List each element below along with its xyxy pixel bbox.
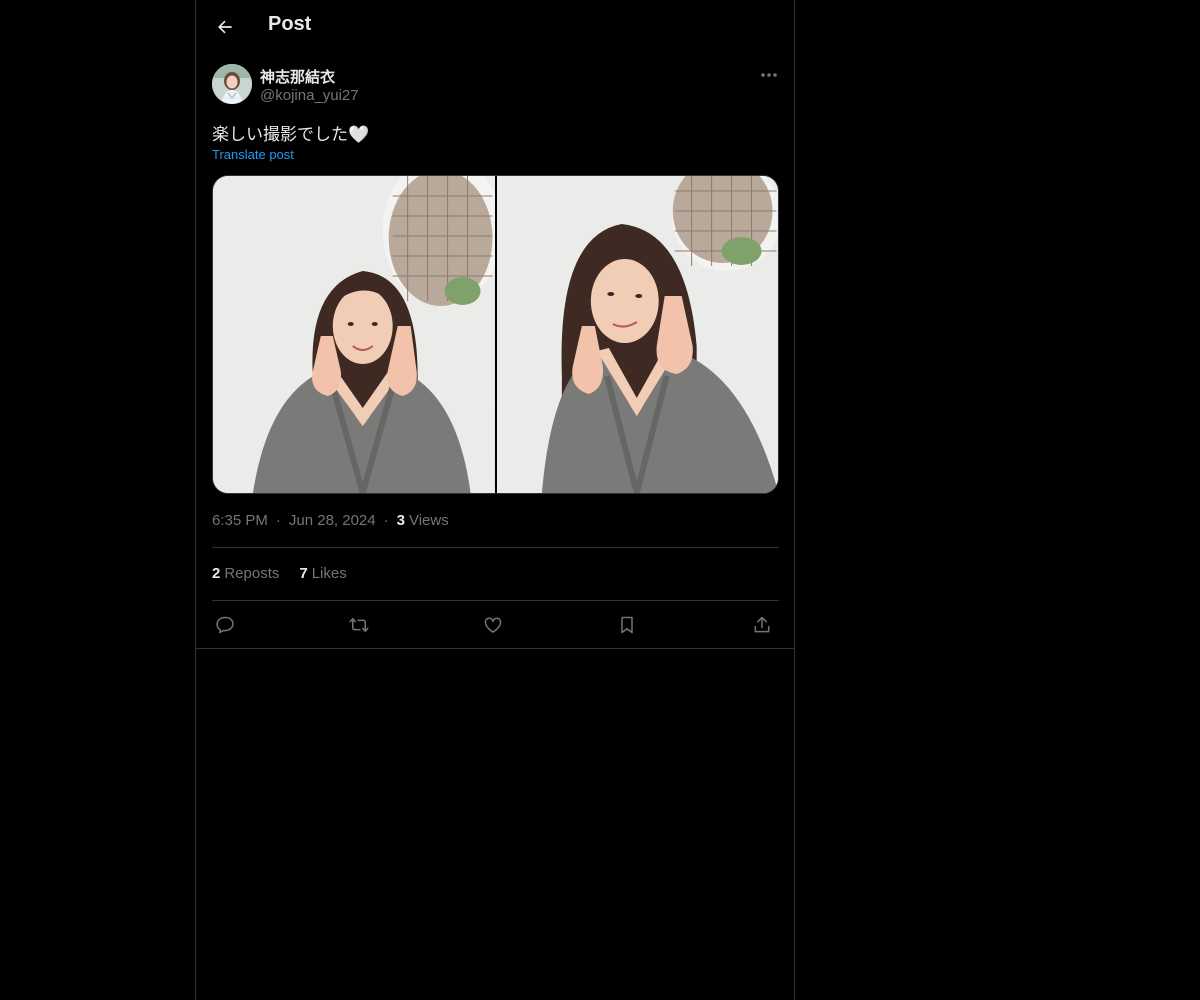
likes-label: Likes <box>311 565 347 582</box>
reply-icon <box>216 616 234 634</box>
repost-icon <box>349 618 369 632</box>
translate-post-link[interactable]: Translate post <box>212 147 294 162</box>
post-media <box>212 175 779 494</box>
like-icon <box>484 617 502 633</box>
avatar[interactable] <box>212 64 252 104</box>
reply-button[interactable] <box>212 612 238 638</box>
avatar-photo <box>212 64 252 104</box>
reposts-label: Reposts <box>224 565 280 582</box>
arrow-left-icon <box>218 20 232 34</box>
media-photo-2[interactable] <box>496 176 778 493</box>
more-options-button[interactable] <box>756 64 782 86</box>
share-button[interactable] <box>749 612 775 638</box>
meta-separator: · <box>383 512 389 529</box>
media-photo-1[interactable] <box>213 176 495 493</box>
likes-stat[interactable]: 7 Likes <box>299 565 346 582</box>
bookmark-button[interactable] <box>614 612 640 638</box>
display-name[interactable]: 神志那結衣 <box>260 66 335 87</box>
post-text: 楽しい撮影でした🤍 <box>212 125 370 144</box>
engagement-stats: 2 Reposts 7 Likes <box>212 565 347 582</box>
repost-button[interactable] <box>346 612 372 638</box>
meta-separator: · <box>275 512 281 529</box>
share-icon <box>754 616 770 633</box>
reposts-count: 2 <box>212 565 221 582</box>
divider <box>212 600 779 601</box>
more-icon <box>761 73 777 77</box>
views-count: 3 <box>396 512 405 529</box>
reposts-stat[interactable]: 2 Reposts <box>212 565 279 582</box>
main-column: Post 神志那結衣 @kojina_yui27 楽しい撮影でした🤍 Trans… <box>195 0 795 1000</box>
divider <box>196 648 794 649</box>
page-title: Post <box>268 13 312 35</box>
likes-count: 7 <box>299 565 308 582</box>
divider <box>212 547 779 548</box>
bookmark-icon <box>621 616 633 634</box>
views-label: Views <box>408 512 449 529</box>
post-meta: 6:35 PM · Jun 28, 2024 · 3 Views <box>212 512 449 529</box>
user-handle[interactable]: @kojina_yui27 <box>260 87 359 104</box>
post-time[interactable]: 6:35 PM <box>212 512 268 529</box>
action-bar <box>212 612 779 638</box>
back-button[interactable] <box>208 10 242 44</box>
like-button[interactable] <box>480 612 506 638</box>
post-header: Post <box>196 0 794 53</box>
post-date[interactable]: Jun 28, 2024 <box>289 512 376 529</box>
